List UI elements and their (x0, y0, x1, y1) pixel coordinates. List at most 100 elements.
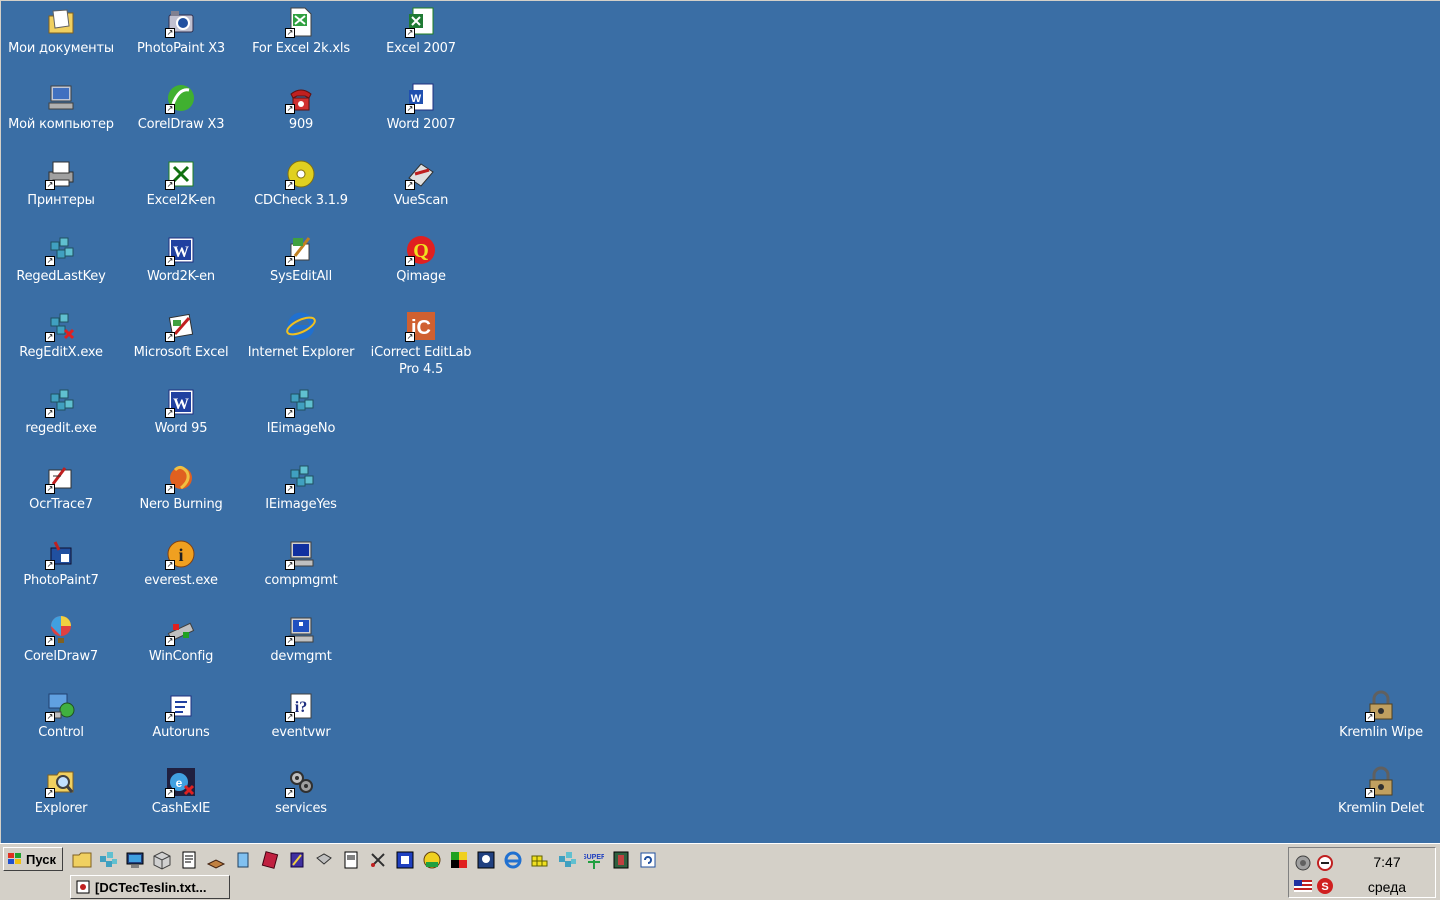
desktop-icon[interactable]: ↗ regedit.exe (1, 383, 121, 437)
speaker-tray-icon[interactable] (1294, 854, 1312, 872)
start-button[interactable]: Пуск (3, 847, 63, 871)
desktop-icon[interactable]: ↗ compmgmt (241, 535, 361, 589)
desktop-icon-label: devmgmt (270, 649, 332, 664)
desktop-icon[interactable]: Internet Explorer (241, 307, 361, 361)
desktop-icon[interactable]: ↗ RegEditX.exe (1, 307, 121, 361)
desktop-icon[interactable]: ↗ PhotoPaint X3 (121, 3, 241, 57)
desktop-icon[interactable]: ↗ IEimageYes (241, 459, 361, 513)
shortcut-arrow-icon: ↗ (285, 484, 295, 494)
desktop-icon[interactable]: iC ↗ iCorrect EditLab Pro 4.5 (361, 307, 481, 378)
quick-launch-smiley-icon[interactable] (422, 850, 442, 870)
excel-old-icon: ↗ (165, 310, 197, 342)
quick-launch-refresh-icon[interactable] (638, 850, 658, 870)
desktop-icon[interactable]: W ↗ Word 95 (121, 383, 241, 437)
desktop-icon-label: RegEditX.exe (19, 345, 103, 360)
device-manager-icon: ↗ (285, 614, 317, 646)
desktop-icon[interactable]: ↗ WinConfig (121, 611, 241, 665)
desktop-icon[interactable]: ↗ Excel2K-en (121, 155, 241, 209)
desktop-icon[interactable]: ↗ services (241, 763, 361, 817)
quick-launch-scissors-icon[interactable] (368, 850, 388, 870)
desktop-icon-label: Nero Burning (139, 497, 223, 512)
desktop-icon-label: WinConfig (148, 649, 214, 664)
quick-launch-notepad-icon[interactable] (179, 850, 199, 870)
clock-day[interactable]: среда (1357, 879, 1417, 895)
quick-launch-cube-icon[interactable] (152, 850, 172, 870)
shortcut-arrow-icon: ↗ (45, 408, 55, 418)
desktop-icon[interactable]: Q ↗ Qimage (361, 231, 481, 285)
shortcut-arrow-icon: ↗ (165, 788, 175, 798)
desktop-icon[interactable]: i? ↗ eventvwr (241, 687, 361, 741)
sysedit-icon: ↗ (285, 234, 317, 266)
shortcut-arrow-icon: ↗ (285, 712, 295, 722)
desktop-icon[interactable]: ↗ Kremlin Delet (1321, 763, 1440, 817)
desktop-icon-label: regedit.exe (25, 421, 97, 436)
desktop-icon[interactable]: W ↗ Word 2007 (361, 79, 481, 133)
us-flag-language-icon[interactable] (1294, 877, 1312, 895)
desktop-icon-label: Принтеры (27, 193, 95, 208)
quick-launch-ie-icon[interactable] (503, 850, 523, 870)
desktop-icon[interactable]: ↗ Kremlin Wipe (1321, 687, 1440, 741)
desktop-icon[interactable]: ↗ For Excel 2k.xls (241, 3, 361, 57)
quick-launch-tools-icon[interactable] (314, 850, 334, 870)
quick-launch-purple-icon[interactable] (287, 850, 307, 870)
registry-icon: ↗ (285, 386, 317, 418)
clock-time[interactable]: 7:47 (1357, 854, 1417, 870)
desktop-icon[interactable]: ↗ Excel 2007 (361, 3, 481, 57)
shortcut-arrow-icon: ↗ (165, 256, 175, 266)
desktop-icon[interactable]: ↗ Explorer (1, 763, 121, 817)
desktop-icon[interactable]: ↗ devmgmt (241, 611, 361, 665)
monitor-tray-icon[interactable] (1316, 854, 1334, 872)
quick-launch-portrait-icon[interactable] (476, 850, 496, 870)
quick-launch-film-icon[interactable] (611, 850, 631, 870)
svg-text:W: W (173, 396, 189, 413)
taskbar-button-dctecteslin[interactable]: [DCTecTeslin.txt... (70, 875, 230, 899)
desktop-icon[interactable]: W ↗ Word2K-en (121, 231, 241, 285)
desktop-icon-label: Excel 2007 (386, 41, 456, 56)
desktop-icon[interactable]: ↗ Control (1, 687, 121, 741)
desktop-icon[interactable]: ↗ CorelDraw7 (1, 611, 121, 665)
quick-launch-yellow-grid-icon[interactable] (530, 850, 550, 870)
desktop-icon[interactable]: i ↗ everest.exe (121, 535, 241, 589)
shortcut-arrow-icon: ↗ (165, 332, 175, 342)
quick-launch-blue-square-icon[interactable] (395, 850, 415, 870)
quick-launch-color-grid-icon[interactable] (449, 850, 469, 870)
quick-launch-document-icon[interactable] (341, 850, 361, 870)
quick-launch-monitor-icon[interactable] (125, 850, 145, 870)
quick-launch-super-icon[interactable]: SUPER (584, 850, 604, 870)
quick-launch-registry-icon[interactable] (557, 850, 577, 870)
lock-icon: ↗ (1365, 766, 1397, 798)
quick-launch-book-icon[interactable] (206, 850, 226, 870)
desktop-icon[interactable]: ↗ Autoruns (121, 687, 241, 741)
desktop-icon[interactable]: ↗ VueScan (361, 155, 481, 209)
desktop-icon[interactable]: Мои документы (1, 3, 121, 57)
desktop-icon[interactable]: e ↗ CashExIE (121, 763, 241, 817)
desktop-icon[interactable]: ↗ SysEditAll (241, 231, 361, 285)
computer-management-icon: ↗ (285, 538, 317, 570)
quick-launch-registry-icon[interactable] (98, 850, 118, 870)
desktop-icon[interactable]: ↗ CorelDraw X3 (121, 79, 241, 133)
desktop-icon[interactable]: ↗ IEimageNo (241, 383, 361, 437)
shortcut-arrow-icon: ↗ (405, 180, 415, 190)
quick-launch-red-book-icon[interactable] (260, 850, 280, 870)
desktop-icon[interactable]: ↗ 909 (241, 79, 361, 133)
desktop-icon[interactable]: ↗ RegedLastKey (1, 231, 121, 285)
desktop-icon[interactable]: ↗ OcrTrace7 (1, 459, 121, 513)
windows-logo-icon (8, 853, 21, 864)
printers-icon: ↗ (45, 158, 77, 190)
desktop-icon[interactable]: ↗ Microsoft Excel (121, 307, 241, 361)
desktop-icon-label: 909 (288, 117, 314, 132)
quick-launch-folder-icon[interactable] (72, 850, 92, 870)
desktop-icon[interactable]: ↗ Nero Burning (121, 459, 241, 513)
quick-launch-glass-icon[interactable] (233, 850, 253, 870)
desktop-icon-label: Мои документы (8, 41, 114, 56)
desktop-icon-label: Word2K-en (147, 269, 215, 284)
desktop-icon[interactable]: ↗ Принтеры (1, 155, 121, 209)
desktop-icon[interactable]: Мой компьютер (1, 79, 121, 133)
ie-icon (285, 310, 317, 342)
shortcut-arrow-icon: ↗ (165, 484, 175, 494)
desktop-icon[interactable]: ↗ CDCheck 3.1.9 (241, 155, 361, 209)
desktop-icon-label: eventvwr (271, 725, 331, 740)
antivirus-tray-icon[interactable]: S (1316, 877, 1334, 895)
shortcut-arrow-icon: ↗ (285, 636, 295, 646)
desktop-icon[interactable]: ↗ PhotoPaint7 (1, 535, 121, 589)
